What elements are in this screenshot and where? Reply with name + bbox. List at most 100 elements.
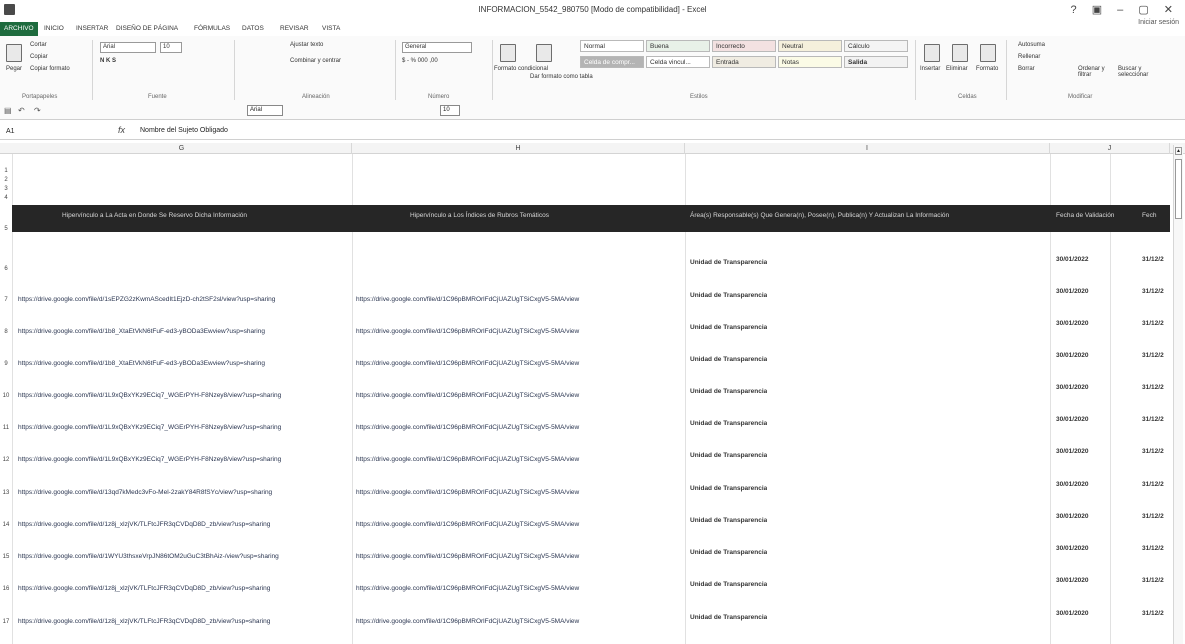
row-number[interactable]: 4 (0, 195, 12, 201)
cell-link[interactable]: https://drive.google.com/file/d/1WYU3ths… (18, 553, 348, 560)
worksheet[interactable]: 1 2 3 4 5 Hipervínculo a La Acta en Dond… (0, 154, 1170, 644)
row-number[interactable]: 7 (0, 297, 12, 303)
qat-font-select[interactable]: Arial (247, 105, 283, 116)
cell-date[interactable]: 30/01/2020 (1056, 384, 1089, 391)
column-header-g[interactable]: G (12, 143, 352, 154)
cell-date[interactable]: 31/12/2 (1142, 448, 1170, 455)
formula-input[interactable]: Nombre del Sujeto Obligado (140, 127, 228, 134)
format-cells-icon[interactable] (980, 44, 996, 62)
cell-date[interactable]: 30/01/2020 (1056, 448, 1089, 455)
cell-date[interactable]: 30/01/2020 (1056, 416, 1089, 423)
header-cell-j[interactable]: Fecha de Validación (1056, 212, 1114, 219)
tab-revisar[interactable]: REVISAR (276, 22, 313, 36)
cell-link[interactable]: https://drive.google.com/file/d/1C96pBMR… (356, 618, 682, 625)
format-as-table-button[interactable]: Dar formato como tabla (530, 74, 593, 80)
format-painter-button[interactable]: Copiar formato (30, 66, 70, 72)
cell-link[interactable]: https://drive.google.com/file/d/1L9xQBxY… (18, 392, 348, 399)
conditional-format-button[interactable]: Formato condicional (494, 66, 548, 72)
undo-icon[interactable]: ↶ (18, 106, 25, 115)
cell-date[interactable]: 31/12/2 (1142, 513, 1170, 520)
cell-area[interactable]: Unidad de Transparencia (690, 292, 767, 299)
cell-link[interactable]: https://drive.google.com/file/d/1C96pBMR… (356, 296, 682, 303)
number-format-buttons[interactable]: $ - % 000 ,00 (402, 58, 438, 64)
header-cell-h[interactable]: Hipervínculo a Los Índices de Rubros Tem… (410, 212, 549, 219)
style-celda-compr[interactable]: Celda de compr... (580, 56, 644, 68)
name-box[interactable]: A1 (3, 126, 47, 138)
format-cells-button[interactable]: Formato (976, 66, 998, 72)
cell-link[interactable]: https://drive.google.com/file/d/1sEPZG2z… (18, 296, 348, 303)
cell-link[interactable]: https://drive.google.com/file/d/1C96pBMR… (356, 360, 682, 367)
header-cell-i[interactable]: Área(s) Responsable(s) Que Genera(n), Po… (690, 212, 949, 219)
column-header-h[interactable]: H (352, 143, 685, 154)
cell-area[interactable]: Unidad de Transparencia (690, 614, 767, 621)
cell-area[interactable]: Unidad de Transparencia (690, 549, 767, 556)
font-name-select[interactable]: Arial (100, 42, 156, 53)
cell-date[interactable]: 30/01/2020 (1056, 352, 1089, 359)
row-number[interactable]: 12 (0, 457, 12, 463)
delete-cells-button[interactable]: Eliminar (946, 66, 968, 72)
cell-date[interactable]: 30/01/2022 (1056, 256, 1089, 263)
window-controls[interactable]: ? ▣ – ▢ ✕ (1071, 3, 1179, 16)
column-header-i[interactable]: I (685, 143, 1050, 154)
cell-date[interactable]: 31/12/2 (1142, 288, 1170, 295)
cell-link[interactable]: https://drive.google.com/file/d/1z8j_xlz… (18, 521, 348, 528)
fill-button[interactable]: Rellenar (1018, 54, 1040, 60)
cell-link[interactable]: https://drive.google.com/file/d/1z8j_xlz… (18, 585, 348, 592)
find-select-button[interactable]: Buscar y seleccionar (1118, 66, 1160, 78)
cell-date[interactable]: 31/12/2 (1142, 416, 1170, 423)
cell-date[interactable]: 30/01/2020 (1056, 320, 1089, 327)
autosum-button[interactable]: Autosuma (1018, 42, 1045, 48)
cell-link[interactable]: https://drive.google.com/file/d/1C96pBMR… (356, 585, 682, 592)
fx-icon[interactable]: fx (118, 125, 125, 135)
cell-area[interactable]: Unidad de Transparencia (690, 324, 767, 331)
header-cell-g[interactable]: Hipervínculo a La Acta en Donde Se Reser… (62, 212, 247, 219)
cell-link[interactable]: https://drive.google.com/file/d/1C96pBMR… (356, 456, 682, 463)
font-style-buttons[interactable]: N K S (100, 58, 116, 64)
insert-cells-button[interactable]: Insertar (920, 66, 940, 72)
cell-link[interactable]: https://drive.google.com/file/d/1C96pBMR… (356, 553, 682, 560)
style-notas[interactable]: Notas (778, 56, 842, 68)
tab-inicio[interactable]: INICIO (40, 22, 68, 36)
tab-diseno-pagina[interactable]: DISEÑO DE PÁGINA (112, 22, 182, 36)
tab-insertar[interactable]: INSERTAR (72, 22, 112, 36)
qat-size-select[interactable]: 10 (440, 105, 460, 116)
cell-area[interactable]: Unidad de Transparencia (690, 388, 767, 395)
insert-cells-icon[interactable] (924, 44, 940, 62)
cut-button[interactable]: Cortar (30, 42, 47, 48)
style-entrada[interactable]: Entrada (712, 56, 776, 68)
style-celda-vincul[interactable]: Celda vincul... (646, 56, 710, 68)
clear-button[interactable]: Borrar (1018, 66, 1035, 72)
copy-button[interactable]: Copiar (30, 54, 48, 60)
cell-link[interactable]: https://drive.google.com/file/d/1C96pBMR… (356, 392, 682, 399)
row-number[interactable]: 17 (0, 619, 12, 625)
scroll-thumb[interactable] (1175, 159, 1182, 219)
redo-icon[interactable]: ↷ (34, 106, 41, 115)
tab-vista[interactable]: VISTA (318, 22, 344, 36)
paste-icon[interactable] (6, 44, 22, 62)
cell-date[interactable]: 31/12/2 (1142, 610, 1170, 617)
header-cell-k[interactable]: Fech (1142, 212, 1156, 219)
tab-formulas[interactable]: FÓRMULAS (190, 22, 234, 36)
style-normal[interactable]: Normal (580, 40, 644, 52)
cell-link[interactable]: https://drive.google.com/file/d/1C96pBMR… (356, 424, 682, 431)
save-icon[interactable]: ▤ (4, 106, 12, 115)
cell-date[interactable]: 30/01/2020 (1056, 288, 1089, 295)
style-neutral[interactable]: Neutral (778, 40, 842, 52)
cell-link[interactable]: https://drive.google.com/file/d/1C96pBMR… (356, 489, 682, 496)
paste-button[interactable]: Pegar (6, 66, 22, 72)
column-header-j[interactable]: J (1050, 143, 1170, 154)
cell-date[interactable]: 31/12/2 (1142, 320, 1170, 327)
row-number[interactable]: 11 (0, 425, 12, 431)
wrap-text-button[interactable]: Ajustar texto (290, 42, 323, 48)
row-number[interactable]: 10 (0, 393, 12, 399)
cell-date[interactable]: 30/01/2020 (1056, 481, 1089, 488)
cell-date[interactable]: 30/01/2020 (1056, 577, 1089, 584)
font-size-select[interactable]: 10 (160, 42, 182, 53)
cell-link[interactable]: https://drive.google.com/file/d/1C96pBMR… (356, 328, 682, 335)
row-number[interactable]: 3 (0, 186, 12, 192)
cell-date[interactable]: 31/12/2 (1142, 384, 1170, 391)
vertical-scrollbar[interactable]: ▲ (1173, 145, 1183, 644)
conditional-format-icon[interactable] (500, 44, 516, 62)
scroll-up-icon[interactable]: ▲ (1175, 147, 1182, 155)
row-number[interactable]: 9 (0, 361, 12, 367)
